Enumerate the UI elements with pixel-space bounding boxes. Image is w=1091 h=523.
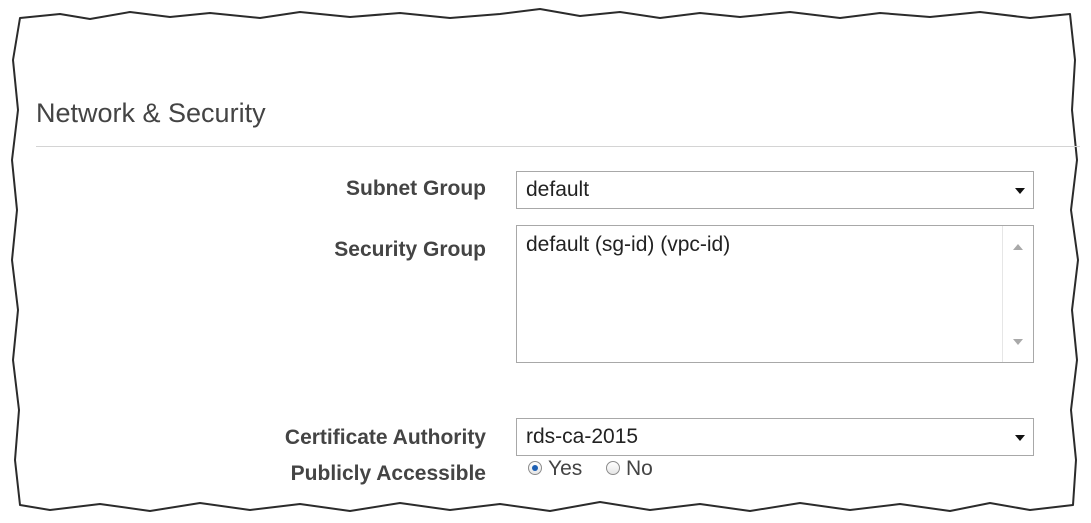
publicly-accessible-label: Publicly Accessible	[290, 462, 486, 485]
subnet-group-label: Subnet Group	[346, 177, 486, 200]
security-group-label: Security Group	[334, 238, 486, 261]
subnet-group-select[interactable]: default	[516, 171, 1034, 209]
radio-no-label: No	[626, 457, 653, 480]
security-group-listbox[interactable]: default (sg-id) (vpc-id)	[516, 225, 1034, 363]
radio-yes-label: Yes	[548, 457, 583, 480]
section-title: Network & Security	[36, 98, 266, 128]
security-group-scrollbar[interactable]	[1002, 226, 1033, 362]
radio-yes[interactable]	[528, 461, 542, 475]
chevron-down-icon	[1015, 435, 1025, 441]
scroll-up-arrow-icon[interactable]	[1013, 244, 1023, 250]
chevron-down-icon	[1015, 188, 1025, 194]
radio-no[interactable]	[606, 461, 620, 475]
certificate-authority-value: rds-ca-2015	[526, 425, 639, 448]
subnet-group-value: default	[526, 178, 590, 201]
network-security-panel: Network & Security Subnet Group default …	[0, 0, 1091, 523]
certificate-authority-label: Certificate Authority	[284, 426, 486, 449]
section-divider	[36, 146, 1080, 147]
certificate-authority-select[interactable]: rds-ca-2015	[516, 418, 1034, 456]
scroll-down-arrow-icon[interactable]	[1013, 339, 1023, 345]
security-group-option[interactable]: default (sg-id) (vpc-id)	[526, 233, 730, 257]
